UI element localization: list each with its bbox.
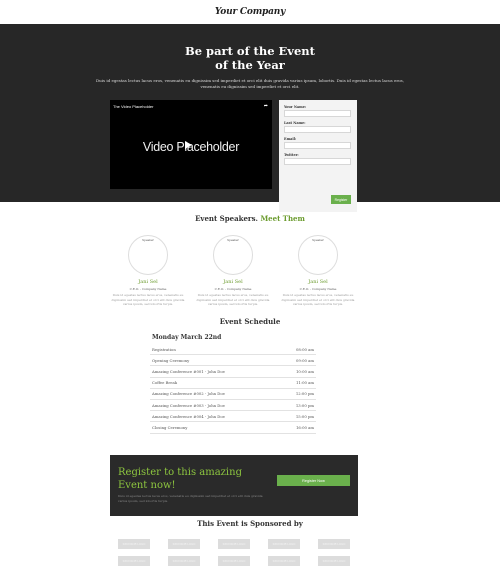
company-logo[interactable]: Your Company <box>215 7 285 17</box>
schedule-time: 11:00 am <box>295 380 314 386</box>
share-icon[interactable]: ➦ <box>264 103 268 109</box>
speaker-role: C.E.O. - Company Name <box>299 287 337 291</box>
speaker-name[interactable]: Jani Sel <box>103 279 193 285</box>
sponsor-logo[interactable]: SPONSOR LOGO <box>168 556 200 566</box>
sponsor-logo[interactable]: SPONSOR LOGO <box>218 556 250 566</box>
last-name-field[interactable] <box>284 126 351 133</box>
speaker-bio: Duis id egestas lectus lacus eros, venen… <box>111 293 185 306</box>
speaker-avatar-label: Speaker <box>227 238 239 242</box>
email-field[interactable] <box>284 142 351 149</box>
play-icon[interactable] <box>185 141 192 149</box>
speaker-avatar-label: Speaker <box>312 238 324 242</box>
speakers-heading-text: Event Speakers. <box>195 214 258 223</box>
sponsor-logo[interactable]: SPONSOR LOGO <box>168 539 200 549</box>
schedule-event: Amazing Conference #004 - John Doe <box>152 413 225 419</box>
sponsor-logo[interactable]: SPONSOR LOGO <box>118 556 150 566</box>
hero-section: Be part of the Event of the Year Duis id… <box>0 24 500 212</box>
first-name-field[interactable] <box>284 110 351 117</box>
schedule-table: Registration 08:00 am Opening Ceremony 09:… <box>150 344 316 434</box>
schedule-row: Amazing Conference #002 - John Doe 12:00 … <box>150 389 316 400</box>
video-title: The Video Placeholder <box>113 104 154 109</box>
speaker-bio: Duis id egestas lectus lacus eros, venen… <box>196 293 270 306</box>
hero-title: Be part of the Event of the Year <box>0 44 500 72</box>
schedule-heading: Event Schedule <box>219 317 281 326</box>
twitter-field[interactable] <box>284 158 351 165</box>
schedule-row: Amazing Conference #004 - John Doe 15:00 … <box>150 411 316 423</box>
schedule-time: 08:00 am <box>295 346 314 352</box>
registration-form: Your Name: Last Name: Email: Twitter: Re… <box>279 100 357 212</box>
schedule-row: Closing Ceremony 16:00 am <box>150 422 316 434</box>
schedule-day: Monday March 22nd <box>152 334 222 341</box>
schedule-time: 13:00 pm <box>295 402 314 408</box>
schedule-time: 16:00 am <box>295 424 314 430</box>
schedule-time: 12:00 pm <box>295 391 314 397</box>
schedule-row: Coffee Break 11:00 am <box>150 378 316 389</box>
schedule-event: Closing Ceremony <box>152 424 188 430</box>
register-submit-button[interactable]: Register <box>331 195 351 204</box>
schedule-event: Amazing Conference #001 - John Doe <box>152 368 225 374</box>
speaker-avatar-label: Speaker <box>142 238 154 242</box>
register-cta-band: Register to this amazing Event now! Duis… <box>110 455 358 516</box>
schedule-event: Opening Ceremony <box>152 357 190 363</box>
speaker-name[interactable]: Jani Sel <box>188 279 278 285</box>
schedule-row: Amazing Conference #001 - John Doe 10:00 … <box>150 366 316 378</box>
site-header: Your Company <box>0 0 500 24</box>
schedule-event: Registration <box>152 346 176 352</box>
sponsor-logo[interactable]: SPONSOR LOGO <box>318 539 350 549</box>
schedule-event: Amazing Conference #003 - John Doe <box>152 402 225 408</box>
schedule-row: Opening Ceremony 09:00 am <box>150 355 316 367</box>
speaker-avatar: Speaker <box>298 235 338 275</box>
schedule-event: Coffee Break <box>152 380 178 386</box>
schedule-time: 10:00 am <box>295 368 314 374</box>
hero-title-line1: Be part of the Event <box>185 44 315 58</box>
speaker-role: C.E.O. - Company Name <box>129 287 167 291</box>
schedule-time: 09:00 am <box>295 357 314 363</box>
schedule-event: Amazing Conference #002 - John Doe <box>152 391 225 397</box>
speakers-heading-accent: Meet Them <box>260 214 305 223</box>
speaker-role: C.E.O. - Company Name <box>214 287 252 291</box>
register-title: Register to this amazing Event now! <box>118 467 242 491</box>
register-now-button[interactable]: Register Now <box>277 475 350 486</box>
register-text: Duis id egestas lectus lacus eros, venen… <box>118 494 263 503</box>
sponsor-logo[interactable]: SPONSOR LOGO <box>118 539 150 549</box>
speaker-bio: Duis id egestas lectus lacus eros, venen… <box>281 293 355 306</box>
sponsor-logo[interactable]: SPONSOR LOGO <box>268 539 300 549</box>
sponsor-logo[interactable]: SPONSOR LOGO <box>318 556 350 566</box>
speaker-card: Speaker Jani Sel C.E.O. - Company Name D… <box>188 235 278 307</box>
speaker-name[interactable]: Jani Sel <box>273 279 363 285</box>
speaker-card: Speaker Jani Sel C.E.O. - Company Name D… <box>273 235 363 307</box>
sponsor-logo[interactable]: SPONSOR LOGO <box>218 539 250 549</box>
schedule-row: Amazing Conference #003 - John Doe 13:00 … <box>150 400 316 412</box>
hero-title-line2: of the Year <box>215 58 285 72</box>
speaker-avatar: Speaker <box>128 235 168 275</box>
hero-subtitle: Duis id egestas lectus lacus eros, venen… <box>95 78 405 89</box>
schedule-row: Registration 08:00 am <box>150 344 316 356</box>
speakers-heading: Event Speakers. Meet Them <box>0 214 500 223</box>
speaker-card: Speaker Jani Sel C.E.O. - Company Name D… <box>103 235 193 307</box>
sponsor-logo[interactable]: SPONSOR LOGO <box>268 556 300 566</box>
schedule-time: 15:00 pm <box>295 413 314 419</box>
video-player[interactable]: The Video Placeholder ➦ Video Placeholde… <box>110 100 272 189</box>
sponsors-heading: This Event is Sponsored by <box>197 519 303 528</box>
speaker-avatar: Speaker <box>213 235 253 275</box>
